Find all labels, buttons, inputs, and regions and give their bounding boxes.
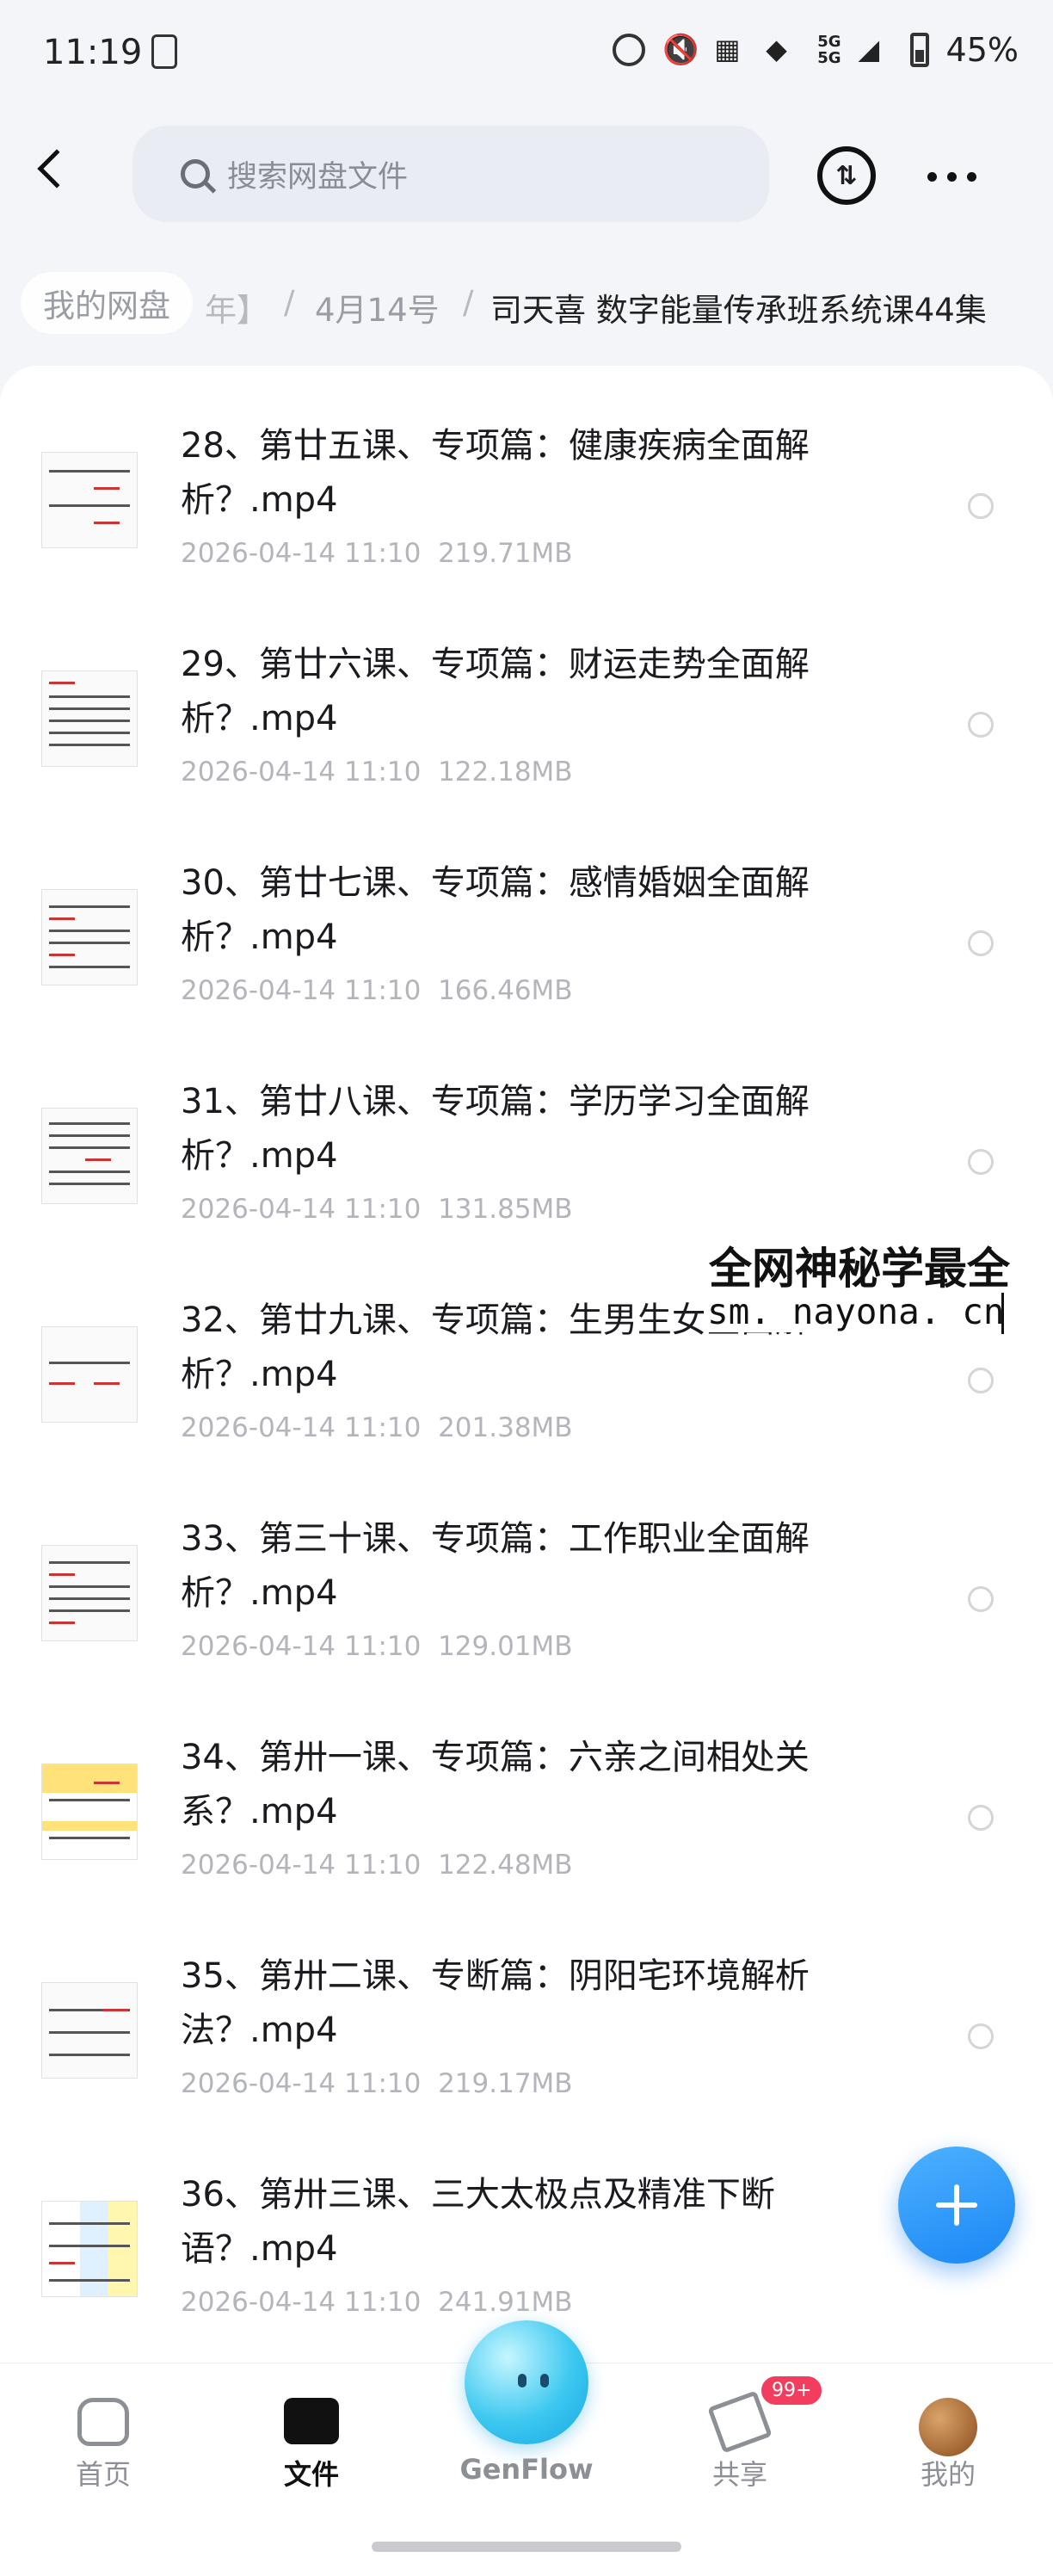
video-thumbnail (41, 1982, 138, 2079)
tab-files[interactable]: 文件 (243, 2363, 380, 2536)
battery-level: 45% (945, 31, 1019, 69)
file-name: 33、第三十课、专项篇：工作职业全面解析？.mp4 (181, 1519, 810, 1613)
file-name: 31、第廿八课、专项篇：学历学习全面解析？.mp4 (181, 1082, 810, 1176)
signal-icon: ◢ (858, 33, 880, 65)
video-thumbnail (41, 1764, 138, 1860)
folder-icon (284, 2398, 339, 2444)
search-placeholder: 搜索网盘文件 (227, 159, 409, 195)
file-name: 35、第卅二课、专断篇：阴阳宅环境解析法？.mp4 (181, 1956, 810, 2050)
transfer-icon[interactable]: ⇅ (817, 146, 876, 205)
file-row[interactable]: 29、第廿六课、专项篇：财运走势全面解析？.mp4 2026-04-14 11:… (0, 584, 1053, 803)
wifi-icon: ◆ (766, 33, 787, 65)
tab-share-label: 共享 (711, 2458, 767, 2491)
file-name: 34、第卅一课、专项篇：六亲之间相处关系？.mp4 (181, 1738, 810, 1832)
file-row[interactable]: 36、第卅三课、三大太极点及精准下断语？.mp4 2026-04-14 11:1… (0, 2115, 1053, 2333)
battery-icon (909, 33, 929, 67)
text-cursor (1001, 1293, 1004, 1334)
back-arrow-icon[interactable] (37, 149, 77, 188)
select-radio[interactable] (968, 1368, 994, 1393)
file-name: 28、第廿五课、专项篇：健康疾病全面解析？.mp4 (181, 426, 810, 520)
file-row[interactable]: 30、第廿七课、专项篇：感情婚姻全面解析？.mp4 2026-04-14 11:… (0, 803, 1053, 1022)
file-meta: 2026-04-14 11:10 219.71MB (181, 538, 573, 569)
file-row[interactable]: 34、第卅一课、专项篇：六亲之间相处关系？.mp4 2026-04-14 11:… (0, 1677, 1053, 1896)
file-row[interactable]: 35、第卅二课、专断篇：阴阳宅环境解析法？.mp4 2026-04-14 11:… (0, 1896, 1053, 2115)
breadcrumb-folder[interactable]: 4月14号 (315, 284, 440, 330)
tab-home[interactable]: 首页 (34, 2363, 172, 2536)
genflow-icon[interactable] (465, 2320, 588, 2444)
mute-icon: 🔇 (662, 33, 699, 67)
breadcrumb-fragment[interactable]: 年】 (205, 284, 268, 330)
breadcrumb-separator: / (284, 284, 295, 321)
share-badge: 99+ (759, 2374, 825, 2407)
select-radio[interactable] (968, 930, 994, 956)
avatar (919, 2398, 977, 2456)
breadcrumb-current: 司天喜 数字能量传承班系统课44集 (490, 292, 987, 329)
tab-files-label: 文件 (283, 2458, 339, 2491)
search-icon (181, 159, 210, 188)
breadcrumb: 年】 我的网盘 / 4月14号 / 司天喜 数字能量传承班系统课44集 (0, 258, 1053, 353)
file-meta: 2026-04-14 11:10 122.18MB (181, 757, 573, 788)
status-time: 11:19 (43, 33, 143, 72)
video-thumbnail (41, 1326, 138, 1423)
top-bar: 搜索网盘文件 ⇅ (0, 120, 1053, 232)
file-list: 28、第廿五课、专项篇：健康疾病全面解析？.mp4 2026-04-14 11:… (0, 366, 1053, 2363)
watermark: 全网神秘学最全 sm. nayona. cn (704, 1229, 1048, 1332)
file-meta: 2026-04-14 11:10 166.46MB (181, 975, 573, 1006)
file-meta: 2026-04-14 11:10 131.85MB (181, 1194, 573, 1225)
select-radio[interactable] (968, 1586, 994, 1612)
file-name: 30、第廿七课、专项篇：感情婚姻全面解析？.mp4 (181, 863, 810, 957)
file-meta: 2026-04-14 11:10 201.38MB (181, 1412, 573, 1443)
video-thumbnail (41, 1545, 138, 1641)
select-radio[interactable] (968, 2023, 994, 2049)
status-icons: 🔇 ▦ ◆ 5G 5G ◢ 45% (613, 31, 1019, 69)
alarm-icon (613, 34, 646, 66)
home-icon (77, 2398, 129, 2446)
network-type: 5G 5G (817, 33, 841, 67)
file-name: 29、第廿六课、专项篇：财运走势全面解析？.mp4 (181, 645, 810, 738)
file-row[interactable]: 28、第廿五课、专项篇：健康疾病全面解析？.mp4 2026-04-14 11:… (0, 366, 1053, 584)
phone-sync-icon (151, 34, 177, 69)
tab-me[interactable]: 我的 (879, 2363, 1017, 2536)
select-radio[interactable] (968, 493, 994, 519)
select-radio[interactable] (968, 712, 994, 738)
status-bar: 11:19 🔇 ▦ ◆ 5G 5G ◢ 45% (0, 0, 1053, 112)
breadcrumb-separator: / (463, 284, 474, 321)
file-meta: 2026-04-14 11:10 241.91MB (181, 2287, 573, 2318)
tab-home-label: 首页 (75, 2458, 131, 2491)
search-input[interactable]: 搜索网盘文件 (132, 126, 769, 222)
file-row[interactable]: 33、第三十课、专项篇：工作职业全面解析？.mp4 2026-04-14 11:… (0, 1459, 1053, 1677)
select-radio[interactable] (968, 1149, 994, 1175)
file-row[interactable]: 31、第廿八课、专项篇：学历学习全面解析？.mp4 2026-04-14 11:… (0, 1022, 1053, 1240)
video-thumbnail (41, 670, 138, 767)
file-name: 36、第卅三课、三大太极点及精准下断语？.mp4 (181, 2175, 775, 2269)
add-button[interactable] (898, 2147, 1015, 2264)
video-thumbnail (41, 452, 138, 548)
video-thumbnail (41, 1108, 138, 1204)
tab-me-label: 我的 (920, 2458, 976, 2491)
video-thumbnail (41, 2201, 138, 2297)
watermark-line1: 全网神秘学最全 (709, 1244, 1010, 1294)
video-thumbnail (41, 889, 138, 985)
tab-genflow-label[interactable]: GenFlow (440, 2453, 613, 2486)
select-radio[interactable] (968, 1805, 994, 1831)
file-meta: 2026-04-14 11:10 122.48MB (181, 1850, 573, 1881)
breadcrumb-home[interactable]: 我的网盘 (21, 272, 193, 334)
watermark-line2: sm. nayona. cn (707, 1291, 1005, 1332)
home-indicator[interactable] (372, 2542, 681, 2552)
more-options-icon[interactable] (927, 172, 976, 182)
file-meta: 2026-04-14 11:10 129.01MB (181, 1631, 573, 1662)
nfc-icon: ▦ (714, 33, 741, 65)
file-meta: 2026-04-14 11:10 219.17MB (181, 2068, 573, 2099)
